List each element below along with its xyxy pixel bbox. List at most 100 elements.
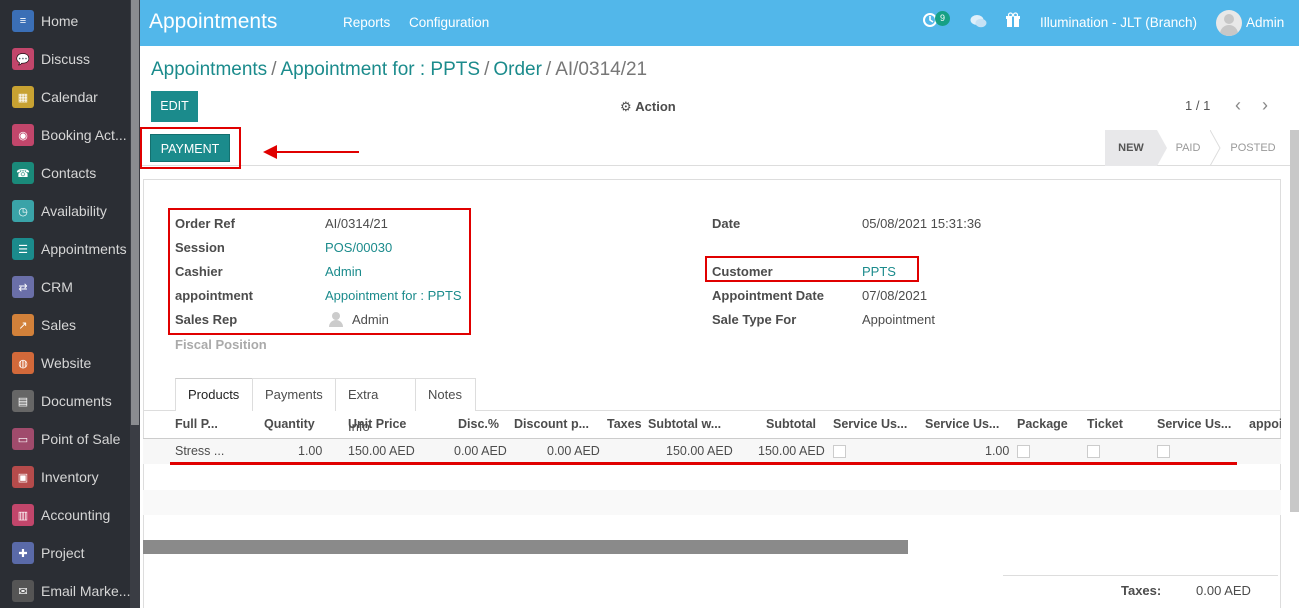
col-service-us-2[interactable]: Service Us... <box>925 417 999 431</box>
sidebar-item-inventory[interactable]: ▣ Inventory <box>0 458 130 496</box>
sidebar-item-website[interactable]: ◍ Website <box>0 344 130 382</box>
sidebar-item-documents[interactable]: ▤ Documents <box>0 382 130 420</box>
breadcrumb-current: AI/0314/21 <box>555 59 648 80</box>
menu-configuration[interactable]: Configuration <box>409 15 489 30</box>
table-empty-row <box>143 490 1281 515</box>
user-menu[interactable]: Admin <box>1246 15 1284 30</box>
col-disc-percent[interactable]: Disc.% <box>458 417 499 431</box>
sidebar-item-label: Sales <box>41 317 77 333</box>
tab-extra-info[interactable]: Extra Info <box>335 378 416 434</box>
value-sale-type-for: Appointment <box>862 312 935 327</box>
cell-service-us-3-checkbox[interactable] <box>1157 445 1170 458</box>
sidebar-item-label: CRM <box>41 279 73 295</box>
col-full-product[interactable]: Full P... <box>175 417 218 431</box>
label-taxes-total: Taxes: <box>1121 583 1162 598</box>
discuss-icon: 💬 <box>12 48 34 70</box>
value-taxes-total: 0.00 AED <box>1196 583 1251 598</box>
stage-paid[interactable]: PAID <box>1166 130 1210 166</box>
app-title[interactable]: Appointments <box>149 10 277 34</box>
cell-subtotal: 150.00 AED <box>758 444 825 458</box>
cell-package-checkbox[interactable] <box>1017 445 1030 458</box>
col-quantity[interactable]: Quantity <box>264 417 315 431</box>
appointments-icon: ☰ <box>12 238 34 260</box>
action-menu[interactable]: ⚙ Action <box>620 99 676 115</box>
pager-prev-icon[interactable]: ‹ <box>1235 95 1241 116</box>
breadcrumb-appointments[interactable]: Appointments <box>151 59 267 80</box>
sidebar-item-project[interactable]: ✚ Project <box>0 534 130 572</box>
sidebar-item-discuss[interactable]: 💬 Discuss <box>0 40 130 78</box>
cell-disc: 0.00 AED <box>454 444 507 458</box>
sidebar-scrollbar-thumb[interactable] <box>131 0 139 425</box>
sidebar-item-booking-act[interactable]: ◉ Booking Act... <box>0 116 130 154</box>
sidebar-item-point-of-sale[interactable]: ▭ Point of Sale <box>0 420 130 458</box>
col-appointment[interactable]: appoi <box>1249 417 1281 431</box>
stage-paid-chevron <box>1210 130 1221 166</box>
contacts-icon: ☎ <box>12 162 34 184</box>
col-unit-price[interactable]: Unit Price <box>348 417 406 431</box>
action-label: Action <box>635 99 676 114</box>
sidebar-item-email-marke[interactable]: ✉ Email Marke... <box>0 572 130 610</box>
breadcrumb: Appointments / Appointment for : PPTS / Orde… <box>151 59 648 80</box>
breadcrumb-order[interactable]: Order <box>493 59 542 80</box>
cell-subtotal-w: 150.00 AED <box>666 444 733 458</box>
sidebar-item-home[interactable]: ≡ Home <box>0 2 130 40</box>
col-service-us-1[interactable]: Service Us... <box>833 417 907 431</box>
gift-icon[interactable] <box>1005 12 1021 31</box>
gear-icon: ⚙ <box>620 99 632 114</box>
col-subtotal-w[interactable]: Subtotal w... <box>648 417 721 431</box>
value-date: 05/08/2021 15:31:36 <box>862 216 982 231</box>
page-scrollbar[interactable] <box>1290 130 1299 512</box>
sales-icon: ↗ <box>12 314 34 336</box>
sidebar-item-contacts[interactable]: ☎ Contacts <box>0 154 130 192</box>
totals-divider <box>1003 575 1278 576</box>
user-avatar[interactable] <box>1216 10 1242 36</box>
home-icon: ≡ <box>12 10 34 32</box>
documents-icon: ▤ <box>12 390 34 412</box>
sidebar-item-label: Documents <box>41 393 112 409</box>
tab-notes[interactable]: Notes <box>415 378 476 411</box>
breadcrumb-appointment-for[interactable]: Appointment for : PPTS <box>280 59 480 80</box>
sidebar-item-label: Contacts <box>41 165 97 181</box>
label-fiscal-position: Fiscal Position <box>175 337 267 352</box>
tab-payments[interactable]: Payments <box>252 378 336 411</box>
sidebar-item-sales[interactable]: ↗ Sales <box>0 306 130 344</box>
pager-next-icon[interactable]: › <box>1262 95 1268 116</box>
company-switcher[interactable]: Illumination - JLT (Branch) <box>1040 15 1197 30</box>
sidebar-item-label: Calendar <box>41 89 98 105</box>
label-date: Date <box>712 216 741 231</box>
sidebar-item-label: Booking Act... <box>41 127 127 143</box>
accounting-icon: ▥ <box>12 504 34 526</box>
sidebar-item-crm[interactable]: ⇄ CRM <box>0 268 130 306</box>
sidebar-item-label: Point of Sale <box>41 431 121 447</box>
cell-ticket-checkbox[interactable] <box>1087 445 1100 458</box>
stage-posted[interactable]: POSTED <box>1222 130 1284 166</box>
top-navbar: Appointments Reports Configuration 9 Ill… <box>140 0 1299 46</box>
sidebar-item-appointments[interactable]: ☰ Appointments <box>0 230 130 268</box>
sidebar-item-availability[interactable]: ◷ Availability <box>0 192 130 230</box>
menu-reports[interactable]: Reports <box>343 15 390 30</box>
col-ticket[interactable]: Ticket <box>1087 417 1123 431</box>
sidebar-item-accounting[interactable]: ▥ Accounting <box>0 496 130 534</box>
inventory-icon: ▣ <box>12 466 34 488</box>
sidebar-item-label: Accounting <box>41 507 111 523</box>
label-appointment-date: Appointment Date <box>712 288 824 303</box>
col-service-us-3[interactable]: Service Us... <box>1157 417 1231 431</box>
pager-value[interactable]: 1 / 1 <box>1185 98 1210 113</box>
cell-service-us-1-checkbox[interactable] <box>833 445 846 458</box>
chat-icon[interactable] <box>970 14 987 32</box>
col-package[interactable]: Package <box>1017 417 1068 431</box>
sidebar-item-label: Inventory <box>41 469 99 485</box>
sidebar-item-label: Availability <box>41 203 107 219</box>
cell-unit-price: 150.00 AED <box>348 444 415 458</box>
col-subtotal[interactable]: Subtotal <box>766 417 816 431</box>
sidebar-item-calendar[interactable]: ▦ Calendar <box>0 78 130 116</box>
cell-quantity: 1.00 <box>298 444 323 458</box>
stage-new[interactable]: NEW <box>1105 130 1157 166</box>
col-discount-price[interactable]: Discount p... <box>514 417 589 431</box>
col-taxes[interactable]: Taxes <box>607 417 642 431</box>
edit-button[interactable]: EDIT <box>151 91 198 122</box>
tab-products[interactable]: Products <box>175 378 253 411</box>
sidebar-item-label: Email Marke... <box>41 583 130 599</box>
sidebar-item-label: Discuss <box>41 51 91 67</box>
table-horizontal-scrollbar[interactable] <box>143 540 908 554</box>
